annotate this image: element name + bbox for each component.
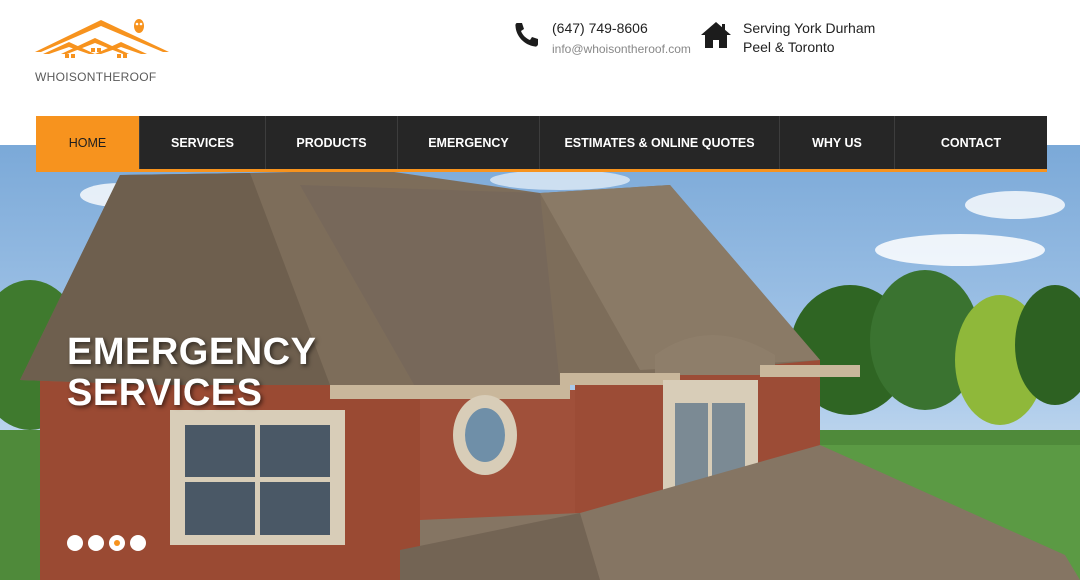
location-block: Serving York Durham Peel & Toronto [700,18,900,62]
hero-title-line-2: SERVICES [67,372,263,414]
location-line-2: Peel & Toronto [743,39,835,55]
nav-item-home[interactable]: HOME [36,116,140,169]
slide-dot-3[interactable] [109,535,125,551]
slider-pagination [67,535,146,551]
site-logo[interactable]: WHOISONTHEROOF [33,16,173,86]
email-link[interactable]: info@whoisontheroof.com [552,42,691,56]
nav-item-products[interactable]: PRODUCTS [266,116,398,169]
home-icon [701,22,731,48]
hero-title-line-1: EMERGENCY [67,331,317,373]
phone-number[interactable]: (647) 749-8606 [552,20,648,36]
slide-dot-1[interactable] [67,535,83,551]
slide-dot-2[interactable] [88,535,104,551]
slide-dot-4[interactable] [130,535,146,551]
nav-item-contact[interactable]: CONTACT [895,116,1047,169]
contact-block: (647) 749-8606 info@whoisontheroof.com [512,18,702,62]
nav-item-estimates[interactable]: ESTIMATES & ONLINE QUOTES [540,116,780,169]
logo-text: WHOISONTHEROOF [35,70,157,84]
hero-slider: EMERGENCY SERVICES [0,145,1080,580]
phone-icon [515,23,538,47]
roof-logo-icon [35,19,169,58]
hero-title: EMERGENCY SERVICES [67,332,316,414]
nav-item-emergency[interactable]: EMERGENCY [398,116,540,169]
nav-item-services[interactable]: SERVICES [140,116,266,169]
main-nav: HOME SERVICES PRODUCTS EMERGENCY ESTIMAT… [36,116,1047,172]
nav-item-why-us[interactable]: WHY US [780,116,895,169]
location-line-1: Serving York Durham [743,20,876,36]
